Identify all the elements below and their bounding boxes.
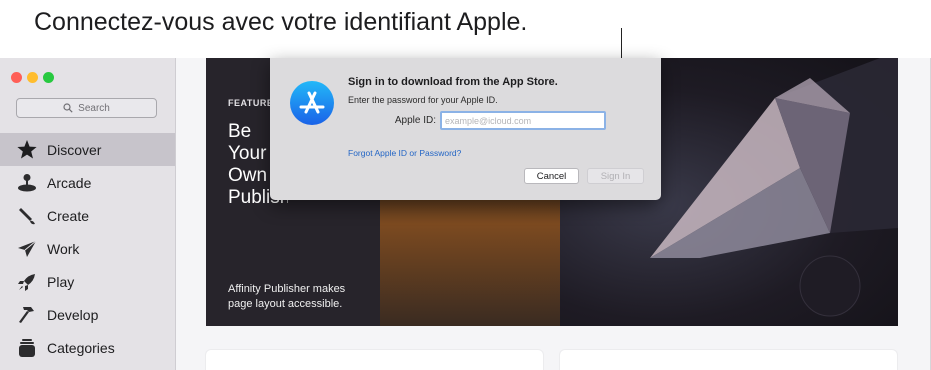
sidebar-item-label: Discover	[47, 141, 102, 158]
sidebar-item-play[interactable]: Play	[0, 265, 175, 298]
sidebar-item-label: Arcade	[47, 174, 92, 191]
stack-icon	[17, 338, 37, 358]
sidebar-item-develop[interactable]: Develop	[0, 298, 175, 331]
callout-caption: Connectez-vous avec votre identifiant Ap…	[34, 8, 528, 36]
close-window-button[interactable]	[11, 72, 22, 83]
sidebar-item-work[interactable]: Work	[0, 232, 175, 265]
content-card[interactable]	[206, 350, 543, 370]
sidebar-item-label: Develop	[47, 306, 99, 323]
sidebar-item-categories[interactable]: Categories	[0, 331, 175, 364]
sidebar-item-create[interactable]: Create	[0, 199, 175, 232]
apple-id-field[interactable]	[440, 111, 606, 130]
sidebar-item-arcade[interactable]: Arcade	[0, 166, 175, 199]
sidebar-item-label: Create	[47, 207, 90, 224]
dialog-title: Sign in to download from the App Store.	[348, 76, 558, 88]
forgot-apple-id-link[interactable]: Forgot Apple ID or Password?	[348, 148, 461, 158]
sign-in-button[interactable]: Sign In	[587, 168, 644, 184]
sidebar-item-label: Categories	[47, 339, 115, 356]
sidebar-item-label: Play	[47, 273, 75, 290]
content-card[interactable]	[560, 350, 897, 370]
star-icon	[17, 140, 37, 160]
rocket-icon	[17, 272, 37, 292]
brush-icon	[17, 206, 37, 226]
search-placeholder: Search	[78, 102, 110, 114]
app-store-icon	[290, 81, 334, 125]
cancel-button[interactable]: Cancel	[524, 168, 579, 184]
dialog-subtitle: Enter the password for your Apple ID.	[348, 95, 498, 105]
zoom-window-button[interactable]	[43, 72, 54, 83]
paper-plane-icon	[17, 239, 37, 259]
joystick-icon	[17, 173, 37, 193]
sidebar-item-discover[interactable]: Discover	[0, 133, 175, 166]
search-icon	[63, 103, 73, 113]
apple-id-label: Apple ID:	[394, 115, 436, 126]
minimize-window-button[interactable]	[27, 72, 38, 83]
hammer-icon	[17, 305, 37, 325]
search-field[interactable]: Search	[16, 98, 157, 118]
sidebar-item-label: Work	[47, 240, 80, 257]
hero-description: Affinity Publisher makes page layout acc…	[228, 283, 346, 310]
